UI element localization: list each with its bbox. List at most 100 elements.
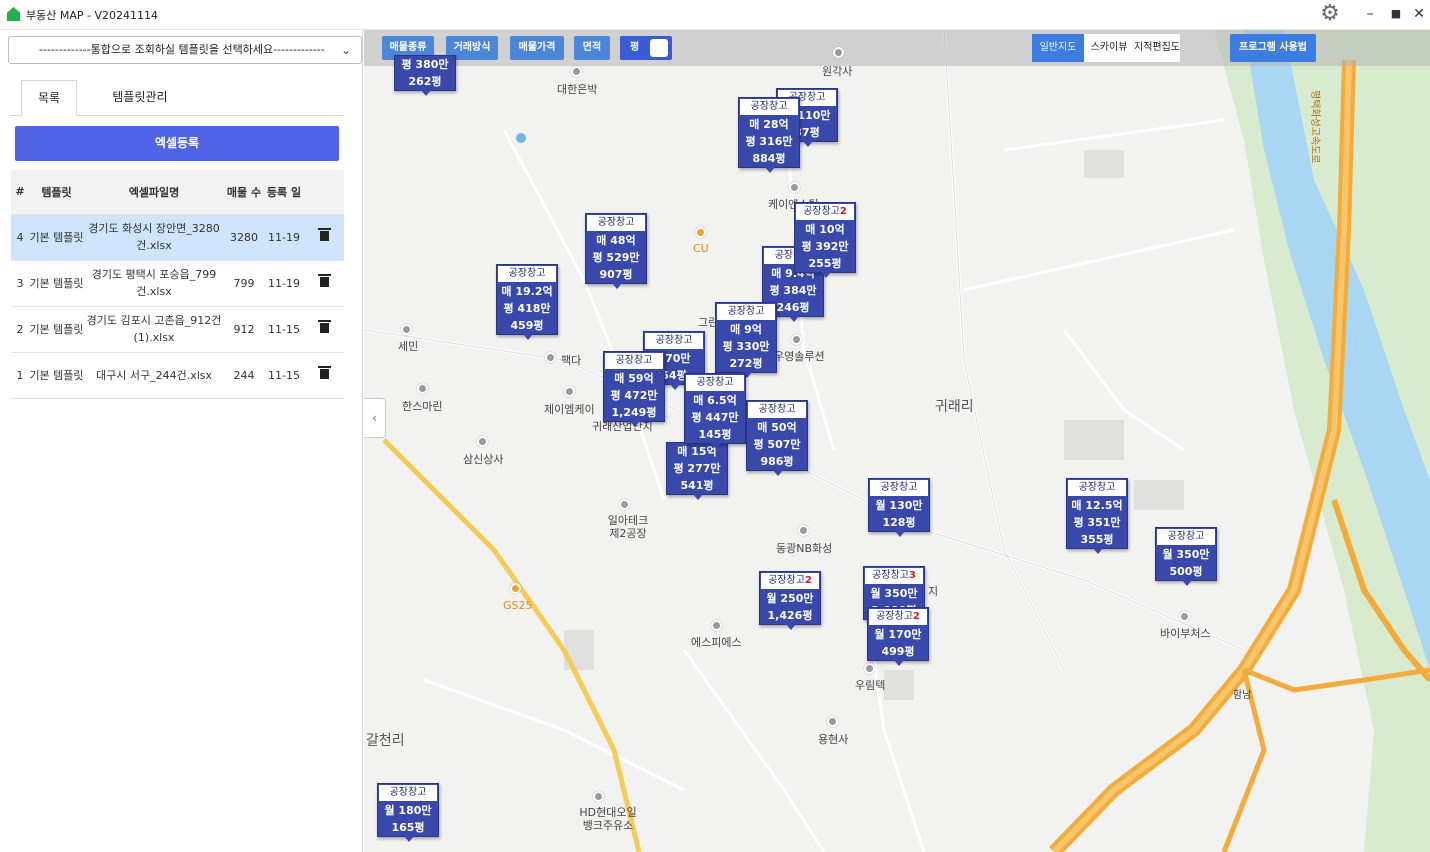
poi-pin-icon <box>864 663 875 674</box>
village-label[interactable]: 갈천리 <box>366 730 405 750</box>
interchange-label[interactable]: 함남 <box>1233 686 1251 701</box>
village-label[interactable]: 귀래리 <box>935 396 974 416</box>
poi-pin-icon <box>789 182 800 193</box>
marker-title: 공장창고2 <box>761 573 819 589</box>
marker-line: 매 19.2억 <box>501 285 553 298</box>
template-table: # 템플릿 엑셀파일명 매물 수 등록 일 4 기본 템플릿 경기도 화성시 장… <box>11 170 344 399</box>
map-type-normal[interactable]: 일반지도 <box>1032 34 1084 62</box>
poi-pin-icon <box>417 383 428 394</box>
place-label[interactable]: 용현사 <box>818 731 848 747</box>
delete-button[interactable] <box>304 352 344 399</box>
place-label[interactable]: 우영솔루션 <box>774 348 825 364</box>
row-count: 244 <box>224 352 264 399</box>
row-file: 대구시 서구_244건.xlsx <box>84 352 224 399</box>
tab-template-manage[interactable]: 템플릿관리 <box>90 80 190 116</box>
template-select-placeholder: -------------통합으로 조회하실 템플릿을 선택하세요-------… <box>39 43 325 56</box>
marker-title: 공장창고 <box>1157 529 1215 545</box>
table-row[interactable]: 4 기본 템플릿 경기도 화성시 장안면_3280건.xlsx 3280 11-… <box>11 214 344 261</box>
marker-title: 공장창고 <box>498 266 556 282</box>
place-label[interactable]: 한스마린 <box>402 398 442 414</box>
delete-button[interactable] <box>304 306 344 353</box>
app-home-icon <box>7 7 20 21</box>
map-type-skyview[interactable]: 스카이뷰 <box>1084 34 1134 62</box>
col-num: # <box>11 170 29 215</box>
row-num: 3 <box>11 260 29 307</box>
property-marker[interactable]: 공장창고 월 130만 128평 <box>868 478 930 537</box>
place-label[interactable]: 제이엠케이 <box>544 401 595 417</box>
marker-line: 평 472만 <box>610 389 658 402</box>
table-row[interactable]: 1 기본 템플릿 대구시 서구_244건.xlsx 244 11-15 <box>11 352 344 399</box>
poi-pin-icon <box>711 620 722 631</box>
property-marker[interactable]: 공장창고2 매 10억 평 392만 255평 <box>794 202 856 278</box>
marker-line: 평 277만 <box>673 462 721 475</box>
property-marker[interactable]: 공장창고 월 180만 165평 <box>377 783 439 842</box>
pyeong-toggle[interactable]: 평 <box>620 36 672 60</box>
tab-list[interactable]: 목록 <box>21 80 77 116</box>
property-marker[interactable]: 공장창고 매 9억 평 330만 272평 <box>715 302 777 378</box>
row-template: 기본 템플릿 <box>29 214 84 261</box>
marker-title: 공장창고 <box>1068 480 1126 496</box>
property-marker[interactable]: 매 15억 평 277만 541평 <box>666 442 728 500</box>
delete-button[interactable] <box>304 260 344 307</box>
property-marker[interactable]: 공장창고 매 28억 평 316만 884평 <box>738 97 800 173</box>
place-label[interactable]: 바이부처스 <box>1160 625 1211 641</box>
row-template: 기본 템플릿 <box>29 352 84 399</box>
panel-collapse-button[interactable]: ‹ <box>364 398 386 438</box>
property-marker[interactable]: 공장창고 월 350만 500평 <box>1155 527 1217 586</box>
property-marker[interactable]: 공장창고2 월 170만 499평 <box>867 607 929 666</box>
marker-line: 매 28억 <box>749 118 789 131</box>
marker-line: 평 507만 <box>753 438 801 451</box>
map-view[interactable]: 매물종류 거래방식 매물가격 면적 평 일반지도 스카이뷰 지적편집도 프로그램… <box>364 30 1430 852</box>
filter-area-button[interactable]: 면적 <box>574 36 610 60</box>
place-label[interactable]: 대한은박 <box>557 81 597 97</box>
row-file: 경기도 화성시 장안면_3280건.xlsx <box>84 214 224 261</box>
poi-pin-icon <box>571 66 582 77</box>
place-label[interactable]: CU <box>693 242 709 255</box>
place-label[interactable]: 세민 <box>398 338 418 354</box>
place-label[interactable]: 일아테크 제2공장 <box>605 514 651 540</box>
property-marker[interactable]: 공장창고 매 6.5억 평 447만 145평 <box>684 373 746 449</box>
marker-line: 월 130만 <box>875 499 923 512</box>
place-label[interactable]: GS25 <box>503 599 533 612</box>
place-label[interactable]: 원각사 <box>822 63 852 79</box>
place-label[interactable]: 에스피에스 <box>691 634 742 650</box>
property-marker[interactable]: 공장창고 매 12.5억 평 351만 355평 <box>1066 478 1128 554</box>
marker-title: 공장창고 <box>379 785 437 801</box>
row-date: 11-19 <box>264 214 304 261</box>
maximize-button[interactable]: ■ <box>1386 4 1406 24</box>
marker-line: 매 50억 <box>757 421 797 434</box>
property-marker[interactable]: 공장창고 매 50억 평 507만 986평 <box>746 400 808 476</box>
close-button[interactable]: ✕ <box>1409 4 1429 24</box>
place-label[interactable]: 지 <box>928 583 938 599</box>
filter-price-button[interactable]: 매물가격 <box>510 36 564 60</box>
marker-line: 499평 <box>881 645 915 658</box>
row-count: 912 <box>224 306 264 353</box>
marker-line: 평 316만 <box>745 135 793 148</box>
settings-gear-icon[interactable]: ⚙ <box>1318 3 1342 27</box>
help-button[interactable]: 프로그램 사용법 <box>1230 34 1316 62</box>
property-marker[interactable]: 공장창고 매 19.2억 평 418만 459평 <box>496 264 558 340</box>
marker-line: 평 418만 <box>503 302 551 315</box>
property-marker[interactable]: 공장창고2 월 250만 1,426평 <box>759 571 821 630</box>
table-row[interactable]: 2 기본 템플릿 경기도 김포시 고촌읍_912건(1).xlsx 912 11… <box>11 306 344 353</box>
excel-register-button[interactable]: 엑셀등록 <box>15 126 339 161</box>
poi-pin-icon <box>545 352 556 363</box>
place-label[interactable]: 팩다 <box>561 352 581 368</box>
marker-line: 145평 <box>698 428 732 441</box>
row-template: 기본 템플릿 <box>29 260 84 307</box>
property-marker[interactable]: 공장창고 매 48억 평 529만 907평 <box>585 213 647 289</box>
table-row[interactable]: 3 기본 템플릿 경기도 평택시 포승읍_799건.xlsx 799 11-19 <box>11 260 344 307</box>
property-marker[interactable]: 평 380만 262평 <box>394 55 456 96</box>
place-label[interactable]: 우림텍 <box>855 677 885 693</box>
minimize-button[interactable]: – <box>1360 4 1380 24</box>
delete-button[interactable] <box>304 214 344 261</box>
marker-line: 월 350만 <box>1162 548 1210 561</box>
place-label[interactable]: 삼신상사 <box>463 451 503 467</box>
map-type-cadastral[interactable]: 지적편집도 <box>1134 34 1180 62</box>
template-select[interactable]: -------------통합으로 조회하실 템플릿을 선택하세요-------… <box>8 36 362 64</box>
place-label[interactable]: HD현대오일뱅크주유소 <box>578 806 638 832</box>
property-marker[interactable]: 공장창고 매 59억 평 472만 1,249평 <box>603 351 665 427</box>
map-toolbar: 매물종류 거래방식 매물가격 면적 평 일반지도 스카이뷰 지적편집도 프로그램… <box>364 30 1430 66</box>
row-date: 11-15 <box>264 306 304 353</box>
place-label[interactable]: 동광NB화성 <box>776 540 832 556</box>
